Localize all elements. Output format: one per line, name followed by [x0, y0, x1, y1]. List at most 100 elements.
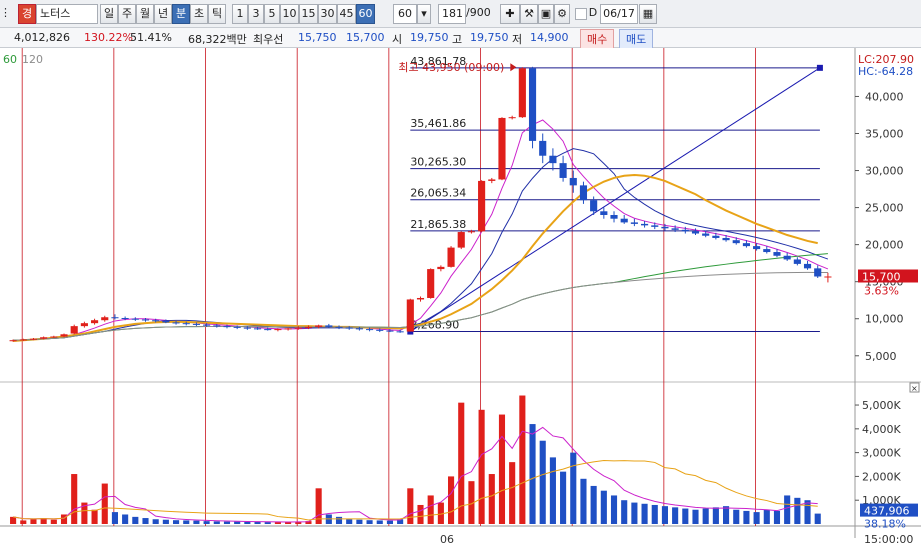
volume-bar — [448, 476, 455, 524]
candle-body — [152, 320, 160, 322]
candle-body — [610, 215, 618, 219]
candle-body — [702, 233, 710, 236]
count-input[interactable]: 181 — [438, 4, 466, 24]
candle-body — [447, 247, 455, 267]
volume-bar — [101, 483, 108, 524]
volume-bar — [560, 471, 567, 524]
candle-body — [498, 117, 506, 180]
volume-bar — [183, 520, 190, 524]
candle-body — [691, 231, 700, 234]
candle-body — [620, 218, 628, 223]
volume-bar — [111, 512, 118, 524]
tab-period-2[interactable]: 월 — [136, 4, 154, 24]
interval-select[interactable]: 60 — [393, 4, 417, 24]
volume-bar — [814, 513, 821, 524]
candle-body — [141, 319, 150, 321]
date-checkbox-label: D — [588, 6, 598, 19]
candle-body — [264, 329, 272, 331]
tab-period-6[interactable]: 틱 — [208, 4, 226, 24]
volume-bar — [600, 490, 607, 524]
interval-dropdown-arrow-icon[interactable]: ▾ — [417, 4, 431, 24]
candle-body — [345, 327, 353, 329]
gear-icon[interactable]: ⚙ — [554, 4, 570, 24]
interval-button-1[interactable]: 1 — [232, 4, 248, 24]
hc-label: HC:-64.28 — [858, 65, 913, 78]
tab-period-5[interactable]: 초 — [190, 4, 208, 24]
change-percent-label: 3.63% — [864, 284, 899, 297]
candle-body — [793, 259, 801, 264]
low-label: 저 — [512, 33, 523, 46]
price-chart[interactable]: 5,00010,00015,00020,00025,00030,00035,00… — [0, 48, 921, 552]
volume-bar — [712, 507, 719, 524]
price-tick-label: 35,000 — [865, 128, 904, 141]
volume-bar — [773, 510, 781, 524]
stock-name-input[interactable]: 노터스 — [36, 4, 98, 24]
tab-period-3[interactable]: 년 — [154, 4, 172, 24]
legend-ma-120: 120 — [22, 53, 43, 66]
volume-bar — [539, 440, 546, 524]
candle-body — [712, 235, 720, 238]
candle-body — [549, 155, 557, 164]
volume-pane-close-glyph: × — [911, 384, 918, 393]
candle-body — [386, 330, 394, 332]
calendar-icon[interactable]: ▦ — [639, 4, 657, 24]
candle-body — [223, 326, 231, 328]
best-bid-label: 최우선 — [253, 33, 284, 46]
tools-icon[interactable]: ⚒ — [520, 4, 538, 24]
interval-button-15[interactable]: 15 — [299, 4, 318, 24]
candle-body — [641, 223, 649, 226]
candle-body — [243, 327, 251, 329]
fib-level-label: 35,461.86 — [410, 117, 466, 130]
candle-body — [304, 326, 313, 328]
interval-button-45[interactable]: 45 — [337, 4, 356, 24]
price-tick-label: 5,000 — [865, 350, 897, 363]
volume-bar — [335, 516, 343, 524]
stock-badge: 경 — [18, 4, 36, 24]
add-chart-icon[interactable]: ✚ — [500, 4, 520, 24]
open-value: 19,750 — [410, 31, 449, 44]
candle-body — [763, 249, 771, 253]
volume-bar — [621, 500, 628, 524]
volume-bar — [50, 519, 57, 524]
candle-body — [19, 339, 27, 341]
candle-body — [508, 117, 516, 119]
candle-body — [824, 276, 832, 278]
candle-body — [478, 180, 486, 232]
volume-bar — [193, 520, 200, 524]
count-total: /900 — [466, 6, 491, 19]
interval-button-5[interactable]: 5 — [264, 4, 280, 24]
candle-body — [814, 268, 822, 277]
tab-period-1[interactable]: 주 — [118, 4, 136, 24]
volume-bar — [529, 424, 536, 524]
sell-button[interactable]: 매도 — [619, 29, 654, 49]
interval-button-10[interactable]: 10 — [280, 4, 299, 24]
volume-bar — [723, 506, 730, 524]
candle-body — [29, 338, 38, 340]
save-icon[interactable]: ▣ — [538, 4, 554, 24]
volume-bar — [376, 520, 383, 524]
date-input[interactable]: 06/17 — [600, 4, 638, 24]
volume-tick-label: 5,000K — [862, 399, 901, 412]
interval-button-3[interactable]: 3 — [248, 4, 264, 24]
candle-body — [376, 329, 384, 331]
tab-period-0[interactable]: 일 — [100, 4, 118, 24]
volume-tick-label: 4,000K — [862, 423, 901, 436]
candle-body — [467, 231, 475, 233]
candle-body — [111, 317, 119, 319]
trend-line-handle — [816, 64, 823, 71]
buy-button[interactable]: 매수 — [580, 29, 615, 49]
tab-period-4[interactable]: 분 — [172, 4, 190, 24]
price-tick-label: 25,000 — [865, 202, 904, 215]
candle-body — [80, 323, 88, 327]
candle-body — [661, 226, 669, 229]
volume-bar — [142, 518, 149, 524]
candle-body — [396, 331, 404, 333]
interval-button-60[interactable]: 60 — [356, 4, 375, 24]
candle-body — [172, 322, 180, 324]
volume-bar — [702, 508, 709, 524]
interval-button-30[interactable]: 30 — [318, 4, 337, 24]
date-checkbox[interactable] — [575, 8, 587, 20]
candle-body — [274, 329, 282, 331]
volume-bar — [203, 521, 210, 524]
candle-body — [406, 299, 414, 332]
